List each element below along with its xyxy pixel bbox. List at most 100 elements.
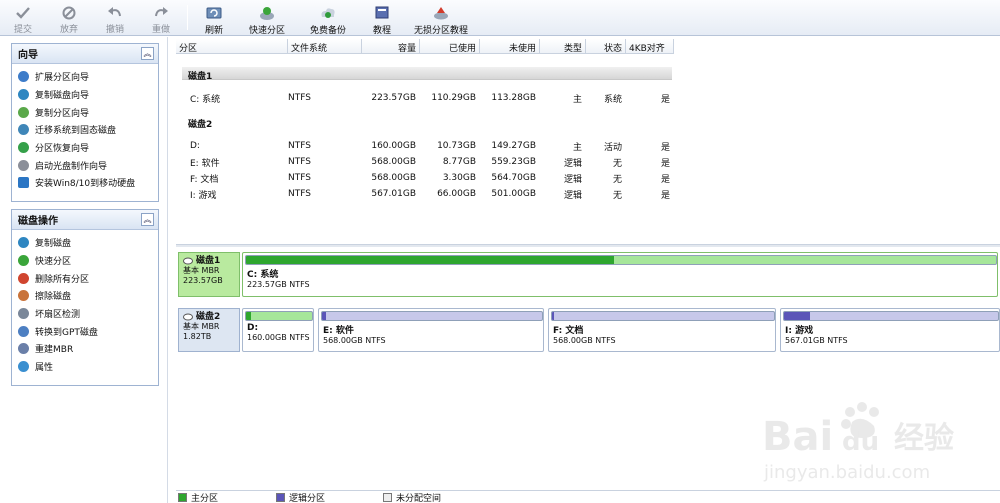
usage-bar [783,311,999,321]
disk-op-copy-disk[interactable]: 复制磁盘 [18,234,158,252]
usage-bar [551,311,775,321]
partition-d[interactable]: D: 160.00GB NTFS [242,308,314,352]
free-backup-button[interactable]: 免费备份 [297,0,359,36]
svg-text:du: du [842,427,879,457]
lossless-tutorial-icon [432,5,450,21]
toolbar: 提交 放弃 撤销 重做 刷新 快速分区 免费备份 教程 无损分区教程 [0,0,1000,36]
wizard-item-label: 安装Win8/10到移动硬盘 [35,179,136,190]
undo-button[interactable]: 撤销 [92,0,138,35]
wizard-item-win-to-go[interactable]: 安装Win8/10到移动硬盘 [18,174,158,192]
disk2-size: 1.82TB [183,332,212,341]
table-row[interactable]: C: 系统 NTFS 223.57GB 110.29GB 113.28GB 主 系统 是 [176,90,674,106]
table-cell: 10.73GB [437,141,476,151]
disk-op-delete-all[interactable]: 删除所有分区 [18,269,158,287]
legend-label: 未分配空间 [396,493,442,503]
left-panel: 向导 ︽ 扩展分区向导 复制磁盘向导 复制分区向导 迁移系统到固态磁盘 分区恢复… [0,37,168,503]
undo-label: 撤销 [105,25,124,35]
table-cell: 568.00GB [371,157,416,167]
disk-group-header: 磁盘2 [188,120,213,130]
wizard-item-label: 启动光盘制作向导 [35,161,108,172]
wizard-item-boot-disc[interactable]: 启动光盘制作向导 [18,156,158,174]
col-4k-align[interactable]: 4KB对齐 [626,39,674,54]
partition-f[interactable]: F: 文档 568.00GB NTFS [548,308,776,352]
table-cell: 逻辑 [563,190,582,201]
table-cell: NTFS [288,173,311,183]
wizard-item-label: 扩展分区向导 [35,73,90,84]
disk-op-properties[interactable]: 属性 [18,358,158,376]
legend: 主分区 逻辑分区 未分配空间 [176,490,1000,503]
table-cell: D: [190,141,200,151]
baidu-jingyan-watermark: Bai du 经验 jingyan.baidu.com [762,402,954,483]
disk-op-bad-sector[interactable]: 坏扇区检测 [18,305,158,323]
table-cell: 是 [660,190,670,201]
wizard-item-migrate-ssd[interactable]: 迁移系统到固态磁盘 [18,121,158,139]
table-row[interactable]: E: 软件 NTFS 568.00GB 8.77GB 559.23GB 逻辑 无 是 [176,154,674,170]
lossless-tutorial-button[interactable]: 无损分区教程 [405,0,477,36]
disk-icon [183,313,193,321]
col-status[interactable]: 状态 [586,39,626,54]
svg-text:Bai: Bai [762,414,833,460]
partition-info: 568.00GB NTFS [323,336,386,345]
submit-button[interactable]: 提交 [0,0,46,35]
disc-icon [18,159,29,171]
disk1-size: 223.57GB [183,276,223,285]
disk2-label[interactable]: 磁盘2 基本 MBR 1.82TB [178,308,240,352]
table-cell: 160.00GB [371,141,416,151]
partition-i[interactable]: I: 游戏 567.01GB NTFS [780,308,1000,352]
quick-partition-button[interactable]: 快速分区 [237,0,297,36]
disk-op-quick-partition[interactable]: 快速分区 [18,252,158,270]
disk-icon [183,257,193,265]
lossless-tutorial-label: 无损分区教程 [413,26,468,36]
table-cell: NTFS [288,189,311,199]
disk-op-wipe[interactable]: 擦除磁盘 [18,287,158,305]
disk-op-rebuild-mbr[interactable]: 重建MBR [18,340,158,358]
tutorial-button[interactable]: 教程 [359,0,405,36]
wipe-icon [18,290,29,302]
wizard-item-copy-disk[interactable]: 复制磁盘向导 [18,86,158,104]
partition-e[interactable]: E: 软件 568.00GB NTFS [318,308,544,352]
table-row[interactable]: F: 文档 NTFS 568.00GB 3.30GB 564.70GB 逻辑 无 是 [176,170,674,186]
table-row[interactable]: I: 游戏 NTFS 567.01GB 66.00GB 501.00GB 逻辑 无 是 [176,186,674,202]
col-type[interactable]: 类型 [540,39,586,54]
col-used[interactable]: 已使用 [420,39,480,54]
table-cell: 501.00GB [491,189,536,199]
wizard-list: 扩展分区向导 复制磁盘向导 复制分区向导 迁移系统到固态磁盘 分区恢复向导 启动… [12,64,158,198]
refresh-button[interactable]: 刷新 [191,0,237,36]
legend-label: 逻辑分区 [289,493,326,503]
tutorial-label: 教程 [372,26,391,36]
legend-label: 主分区 [191,493,219,503]
wizard-item-copy-partition[interactable]: 复制分区向导 [18,103,158,121]
partition-c[interactable]: C: 系统 223.57GB NTFS [242,252,998,297]
disk1-label[interactable]: 磁盘1 基本 MBR 223.57GB [178,252,240,297]
pane-splitter[interactable] [176,244,1000,247]
col-partition[interactable]: 分区 [176,39,288,54]
table-cell: 是 [660,94,670,105]
disk-op-label: 重建MBR [35,345,74,356]
col-capacity[interactable]: 容量 [362,39,420,54]
wizard-collapse-button[interactable]: ︽ [141,47,154,60]
disk-map-disk2: 磁盘2 基本 MBR 1.82TB D: 160.00GB NTFS E: 软件… [176,308,1000,352]
usage-bar [321,311,543,321]
discard-button[interactable]: 放弃 [46,0,92,35]
table-cell: 149.27GB [491,141,536,151]
discard-label: 放弃 [59,25,78,35]
refresh-label: 刷新 [204,26,223,36]
usage-bar [245,255,997,265]
quick-partition-icon [258,5,276,21]
disk-op-convert-gpt[interactable]: 转换到GPT磁盘 [18,322,158,340]
partition-info: 567.01GB NTFS [785,336,848,345]
col-unused[interactable]: 未使用 [480,39,540,54]
disk-op-label: 删除所有分区 [35,274,90,285]
quick-partition-label: 快速分区 [248,26,285,36]
table-row[interactable]: D: NTFS 160.00GB 10.73GB 149.27GB 主 活动 是 [176,138,674,154]
table-cell: NTFS [288,157,311,167]
table-cell: 无 [612,190,622,201]
redo-button[interactable]: 重做 [138,0,184,35]
wizard-item-recovery[interactable]: 分区恢复向导 [18,139,158,157]
wizard-item-extend[interactable]: 扩展分区向导 [18,68,158,86]
col-filesystem[interactable]: 文件系统 [288,39,362,54]
copy-disk-icon [18,89,29,101]
disk-op-label: 转换到GPT磁盘 [35,327,98,338]
disk-ops-collapse-button[interactable]: ︽ [141,213,154,226]
legend-swatch [276,492,286,502]
